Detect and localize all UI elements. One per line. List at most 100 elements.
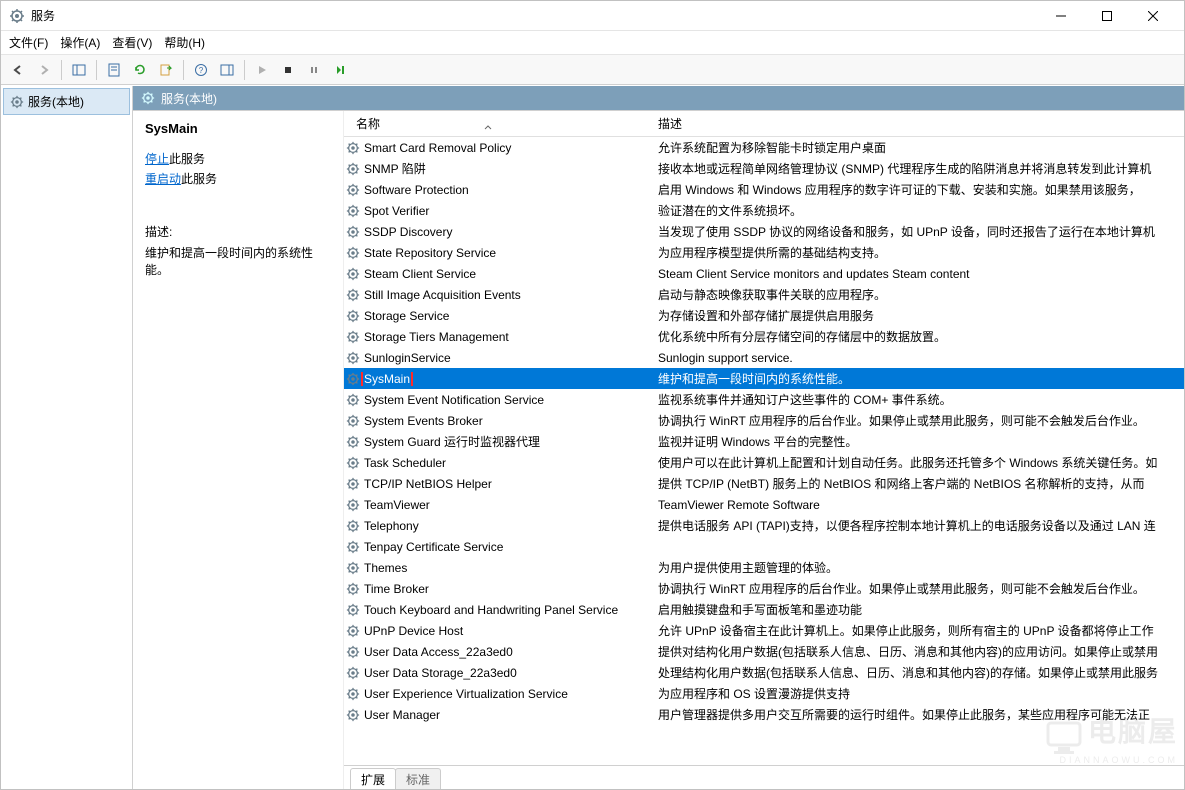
service-row[interactable]: Spot Verifier验证潜在的文件系统损坏。 [344,200,1184,221]
detail-tabs: 扩展 标准 [344,765,1184,789]
column-header-desc[interactable]: 描述 [654,115,1184,132]
services-list: 名称 描述 Smart Card Removal Policy允许系统配置为移除… [343,111,1184,789]
service-row[interactable]: User Data Storage_22a3ed0处理结构化用户数据(包括联系人… [344,662,1184,683]
service-row[interactable]: Software Protection启用 Windows 和 Windows … [344,179,1184,200]
gear-icon [346,162,360,176]
service-name: Steam Client Service [364,267,476,281]
service-row[interactable]: User Manager用户管理器提供多用户交互所需要的运行时组件。如果停止此服… [344,704,1184,725]
start-service-button[interactable] [251,59,273,81]
back-button[interactable] [7,59,29,81]
show-hide-tree-button[interactable] [68,59,90,81]
service-name: Task Scheduler [364,456,446,470]
service-row[interactable]: System Guard 运行时监视器代理监视并证明 Windows 平台的完整… [344,431,1184,452]
service-desc: 为存储设置和外部存储扩展提供启用服务 [654,307,1184,324]
service-row[interactable]: Smart Card Removal Policy允许系统配置为移除智能卡时锁定… [344,137,1184,158]
gear-icon [10,95,24,109]
export-button[interactable] [155,59,177,81]
separator [61,60,62,80]
service-row[interactable]: Touch Keyboard and Handwriting Panel Ser… [344,599,1184,620]
menu-file[interactable]: 文件(F) [9,34,48,51]
service-desc: 协调执行 WinRT 应用程序的后台作业。如果停止或禁用此服务，则可能不会触发后… [654,412,1184,429]
gear-icon [346,666,360,680]
refresh-button[interactable] [129,59,151,81]
tree-item-label: 服务(本地) [28,93,84,110]
service-name: Telephony [364,519,419,533]
gear-icon [346,183,360,197]
gear-icon [346,246,360,260]
restart-service-link[interactable]: 重启动 [145,172,181,186]
list-header-title: 服务(本地) [161,90,217,107]
service-desc: 处理结构化用户数据(包括联系人信息、日历、消息和其他内容)的存储。如果停止或禁用… [654,664,1184,681]
service-name: Still Image Acquisition Events [364,288,521,302]
service-row[interactable]: SNMP 陷阱接收本地或远程简单网络管理协议 (SNMP) 代理程序生成的陷阱消… [344,158,1184,179]
gear-icon [346,414,360,428]
service-row[interactable]: System Events Broker 协调执行 WinRT 应用程序的后台作业… [344,410,1184,431]
service-row[interactable]: SunloginServiceSunlogin support service. [344,347,1184,368]
column-header-name[interactable]: 名称 [344,115,654,132]
service-name: State Repository Service [364,246,496,260]
service-name: SunloginService [364,351,451,365]
service-name: Storage Tiers Management [364,330,509,344]
detail-desc-label: 描述: [145,223,331,240]
minimize-button[interactable] [1038,1,1084,31]
gear-icon [346,435,360,449]
stop-service-button[interactable] [277,59,299,81]
service-row[interactable]: TCP/IP NetBIOS Helper提供 TCP/IP (NetBT) 服… [344,473,1184,494]
service-desc: 监视系统事件并通知订户这些事件的 COM+ 事件系统。 [654,391,1184,408]
tree-item-services-local[interactable]: 服务(本地) [3,88,130,115]
service-row[interactable]: UPnP Device Host允许 UPnP 设备宿主在此计算机上。如果停止此… [344,620,1184,641]
service-desc: 使用户可以在此计算机上配置和计划自动任务。此服务还托管多个 Windows 系统… [654,454,1184,471]
service-desc: 提供对结构化用户数据(包括联系人信息、日历、消息和其他内容)的应用访问。如果停止… [654,643,1184,660]
service-row[interactable]: Storage Tiers Management优化系统中所有分层存储空间的存储… [344,326,1184,347]
service-row[interactable]: State Repository Service为应用程序模型提供所需的基础结构… [344,242,1184,263]
service-name: System Events Broker [364,414,483,428]
detail-pane: SysMain 停止此服务 重启动此服务 描述: 维护和提高一段时间内的系统性能… [133,111,343,789]
action-pane-button[interactable] [216,59,238,81]
service-row[interactable]: Telephony 提供电话服务 API (TAPI)支持，以便各程序控制本地计算… [344,515,1184,536]
service-row[interactable]: User Data Access_22a3ed0提供对结构化用户数据(包括联系人… [344,641,1184,662]
menu-action[interactable]: 操作(A) [60,34,100,51]
service-row[interactable]: SSDP Discovery 当发现了使用 SSDP 协议的网络设备和服务，如 U… [344,221,1184,242]
tab-standard[interactable]: 标准 [395,768,441,789]
forward-button[interactable] [33,59,55,81]
column-headers: 名称 描述 [344,111,1184,137]
service-row[interactable]: Task Scheduler 使用户可以在此计算机上配置和计划自动任务。此服务还托… [344,452,1184,473]
maximize-button[interactable] [1084,1,1130,31]
service-row[interactable]: Steam Client ServiceSteam Client Service… [344,263,1184,284]
service-name: SSDP Discovery [364,225,452,239]
service-name: Smart Card Removal Policy [364,141,511,155]
service-row[interactable]: SysMain维护和提高一段时间内的系统性能。 [344,368,1184,389]
properties-button[interactable] [103,59,125,81]
service-row[interactable]: Themes为用户提供使用主题管理的体验。 [344,557,1184,578]
stop-service-link[interactable]: 停止 [145,152,169,166]
menu-view[interactable]: 查看(V) [112,34,152,51]
tab-extended[interactable]: 扩展 [350,768,396,789]
service-row[interactable]: Tenpay Certificate Service [344,536,1184,557]
pause-service-button[interactable] [303,59,325,81]
close-button[interactable] [1130,1,1176,31]
service-name: TeamViewer [364,498,430,512]
separator [96,60,97,80]
service-desc: 启用触摸键盘和手写面板笔和墨迹功能 [654,601,1184,618]
list-header-bar: 服务(本地) [133,86,1184,110]
service-row[interactable]: Still Image Acquisition Events启动与静态映像获取事… [344,284,1184,305]
service-name: Themes [364,561,407,575]
restart-suffix: 此服务 [181,172,217,186]
service-name: User Experience Virtualization Service [364,687,568,701]
menu-help[interactable]: 帮助(H) [164,34,205,51]
service-row[interactable]: Time Broker协调执行 WinRT 应用程序的后台作业。如果停止或禁用此… [344,578,1184,599]
restart-service-button[interactable] [329,59,351,81]
service-row[interactable]: User Experience Virtualization Service为应… [344,683,1184,704]
service-name: Storage Service [364,309,449,323]
gear-icon [346,708,360,722]
service-row[interactable]: Storage Service 为存储设置和外部存储扩展提供启用服务 [344,305,1184,326]
service-desc: 提供电话服务 API (TAPI)支持，以便各程序控制本地计算机上的电话服务设备… [654,517,1184,534]
service-name: TCP/IP NetBIOS Helper [364,477,492,491]
service-desc: 当发现了使用 SSDP 协议的网络设备和服务，如 UPnP 设备，同时还报告了运… [654,223,1184,240]
service-row[interactable]: TeamViewerTeamViewer Remote Software [344,494,1184,515]
help-button[interactable]: ? [190,59,212,81]
service-row[interactable]: System Event Notification Service监视系统事件并… [344,389,1184,410]
gear-icon [346,141,360,155]
service-name: System Guard 运行时监视器代理 [364,433,540,450]
gear-icon [346,204,360,218]
